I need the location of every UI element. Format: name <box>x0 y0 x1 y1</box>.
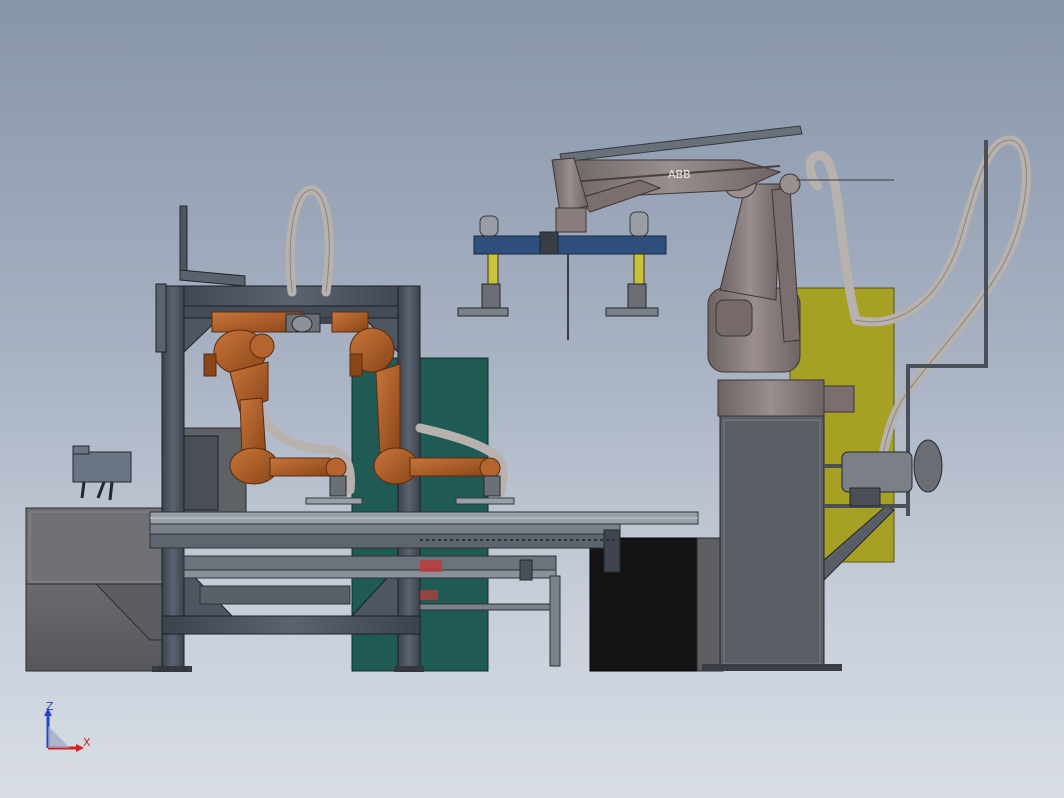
axis-triad: Z X <box>44 700 91 752</box>
inkjet-head <box>72 445 132 501</box>
gantry-motor <box>285 313 321 333</box>
abb-logo-text: ABB <box>668 168 691 181</box>
x-axis-label: X <box>83 736 91 749</box>
cad-viewport[interactable]: ABB Z X <box>0 0 1064 798</box>
z-axis-label: Z <box>46 700 54 713</box>
assembly-drawing: ABB Z X <box>25 125 1031 752</box>
abb-badge: ABB <box>668 168 691 181</box>
